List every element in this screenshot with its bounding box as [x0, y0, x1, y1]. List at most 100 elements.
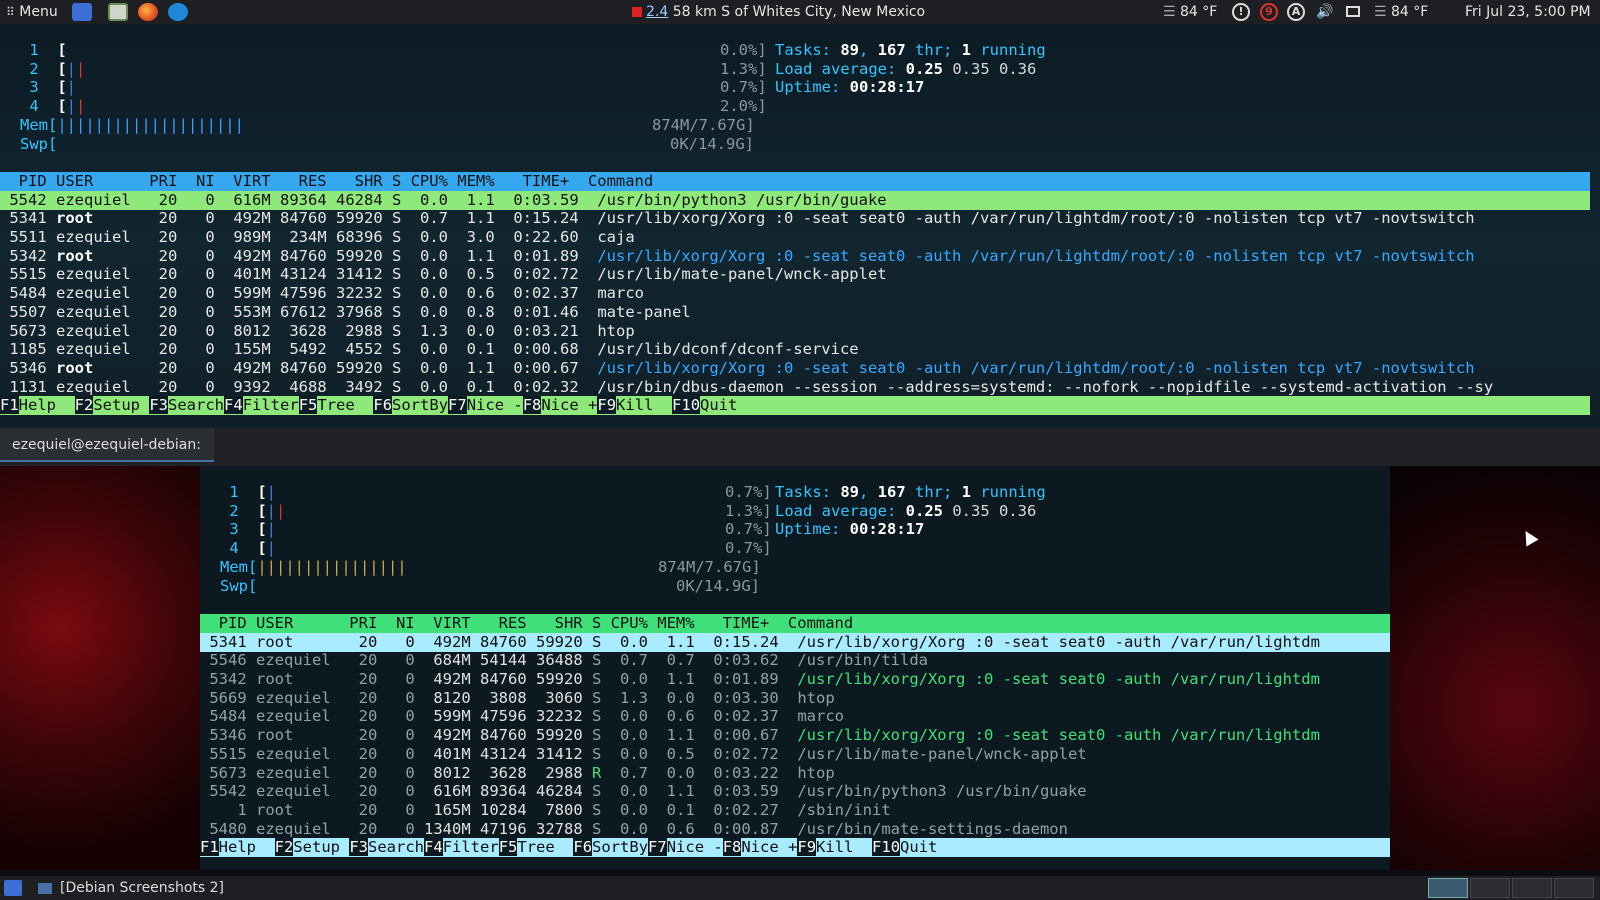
fkey-f7[interactable]: F7Nice - [448, 396, 523, 415]
process-row[interactable]: 5342 root 20 0 492M 84760 59920 S 0.0 1.… [200, 670, 1390, 689]
cell-state: S [582, 819, 602, 838]
fkey-f3[interactable]: F3Search [349, 838, 424, 857]
fkey-f1[interactable]: F1Help [0, 396, 75, 415]
cell-shr: 7800 [526, 800, 583, 819]
tasks-summary: Tasks: 89, 167 thr; 1 running [775, 41, 1046, 60]
show-desktop-icon[interactable] [72, 3, 92, 21]
cell-time: 0:00.87 [694, 819, 779, 838]
fkey-f1[interactable]: F1Help [200, 838, 275, 857]
process-row[interactable]: 5542 ezequiel 20 0 616M 89364 46284 S 0.… [0, 190, 1590, 210]
cell-pri: 20 [140, 377, 178, 396]
process-row[interactable]: 5507 ezequiel 20 0 553M 67612 37968 S 0.… [0, 303, 1590, 322]
search-icon[interactable] [168, 3, 188, 21]
fkey-f9[interactable]: F9Kill [797, 838, 872, 857]
bottom-panel: [Debian Screenshots 2] [0, 876, 1600, 900]
cell-pid: 5341 [200, 632, 256, 651]
process-row[interactable]: 5341 root 20 0 492M 84760 59920 S 0.0 1.… [200, 632, 1390, 652]
process-row[interactable]: 5346 root 20 0 492M 84760 59920 S 0.0 1.… [200, 726, 1390, 745]
clock[interactable]: Fri Jul 23, 5:00 PM [1465, 0, 1591, 24]
process-row[interactable]: 1131 ezequiel 20 0 9392 4688 3492 S 0.0 … [0, 378, 1590, 397]
cell-mem: 1.1 [648, 632, 695, 651]
cell-time: 0:02.37 [494, 284, 579, 303]
process-row[interactable]: 5484 ezequiel 20 0 599M 47596 32232 S 0.… [0, 284, 1590, 303]
show-desktop-icon[interactable] [4, 880, 22, 896]
process-row[interactable]: 5484 ezequiel 20 0 599M 47596 32232 S 0.… [200, 707, 1390, 726]
cpu-bar-segment: | [76, 59, 86, 78]
fkey-f4[interactable]: F4Filter [424, 838, 499, 857]
cell-cmd: htop [778, 688, 835, 707]
temperature-1[interactable]: ☰ 84 °F [1163, 0, 1217, 24]
fkey-f6[interactable]: F6SortBy [573, 838, 648, 857]
cell-time: 0:15.24 [494, 209, 579, 228]
fkey-action: Nice + [741, 838, 798, 857]
fkey-action: Help [218, 838, 275, 857]
cell-virt: 616M [414, 782, 471, 801]
process-row[interactable]: 5341 root 20 0 492M 84760 59920 S 0.7 1.… [0, 209, 1590, 228]
cell-mem: 1.1 [448, 358, 495, 377]
terminal-tab[interactable]: ezequiel@ezequiel-debian: ~ [0, 428, 214, 487]
weather-location[interactable]: 2.4 58 km S of Whites City, New Mexico [632, 0, 925, 24]
menu-button[interactable]: ⠿ Menu [6, 0, 58, 24]
taskbar-item[interactable]: [Debian Screenshots 2] [38, 876, 224, 900]
cell-pri: 20 [340, 726, 378, 745]
fkey-f10[interactable]: F10Quit [872, 838, 956, 857]
cell-virt: 492M [414, 726, 471, 745]
process-row[interactable]: 1185 ezequiel 20 0 155M 5492 4552 S 0.0 … [0, 340, 1590, 359]
process-row[interactable]: 5480 ezequiel 20 0 1340M 47196 32788 S 0… [200, 820, 1390, 839]
cell-ni: 0 [177, 228, 215, 246]
cell-virt: 165M [414, 800, 471, 819]
workspace-3[interactable] [1512, 878, 1552, 898]
workspace-2[interactable] [1470, 878, 1510, 898]
cell-mem: 3.0 [448, 228, 495, 246]
cell-user: root [256, 800, 340, 819]
process-row[interactable]: 5515 ezequiel 20 0 401M 43124 31412 S 0.… [200, 745, 1390, 764]
workspace-1[interactable] [1428, 878, 1468, 898]
cell-user: ezequiel [256, 688, 340, 707]
process-row[interactable]: 5511 ezequiel 20 0 989M 234M 68396 S 0.0… [0, 228, 1590, 247]
fkey-f7[interactable]: F7Nice - [648, 838, 723, 857]
guake-terminal[interactable]: 1 [0.0%] 2 [|| 1.3%] 3 [| 0.7%] 4 [|| 2.0%]… [0, 24, 1600, 428]
volume-icon[interactable]: 🔊 [1316, 0, 1333, 24]
process-row[interactable]: 5673 ezequiel 20 0 8012 3628 2988 S 1.3 … [0, 322, 1590, 341]
fkey-label: F3 [149, 396, 169, 415]
cell-user: ezequiel [256, 707, 340, 726]
process-row[interactable]: 5673 ezequiel 20 0 8012 3628 2988 R 0.7 … [200, 764, 1390, 783]
cell-state: S [382, 246, 402, 265]
fkey-f5[interactable]: F5Tree [498, 838, 574, 857]
cell-pri: 20 [340, 763, 378, 782]
process-row[interactable]: 5342 root 20 0 492M 84760 59920 S 0.0 1.… [0, 247, 1590, 266]
file-manager-icon[interactable] [108, 3, 128, 21]
fkey-f6[interactable]: F6SortBy [373, 396, 448, 415]
process-row[interactable]: 5515 ezequiel 20 0 401M 43124 31412 S 0.… [0, 265, 1590, 284]
cell-time: 0:02.32 [494, 377, 579, 396]
load-15: 0.36 [999, 501, 1037, 520]
process-row[interactable]: 5546 ezequiel 20 0 684M 54144 36488 S 0.… [200, 651, 1390, 670]
process-row[interactable]: 5542 ezequiel 20 0 616M 89364 46284 S 0.… [200, 782, 1390, 801]
process-row[interactable]: 5669 ezequiel 20 0 8120 3808 3060 S 1.3 … [200, 689, 1390, 708]
cell-user: ezequiel [256, 763, 340, 782]
temperature-2[interactable]: ☰ 84 °F [1374, 0, 1428, 24]
fkey-f3[interactable]: F3Search [149, 396, 224, 415]
fkey-f2[interactable]: F2Setup [74, 396, 150, 415]
cell-virt: 155M [214, 340, 271, 359]
uptime-value: 00:28:17 [849, 520, 925, 539]
fkey-f8[interactable]: F8Nice + [522, 396, 597, 415]
fkey-f4[interactable]: F4Filter [224, 396, 299, 415]
temp2-text: 84 °F [1391, 4, 1429, 20]
process-row[interactable]: 1 root 20 0 165M 10284 7800 S 0.0 0.1 0:… [200, 801, 1390, 820]
cell-cmd: /usr/lib/xorg/Xorg :0 -seat seat0 -auth … [778, 726, 1320, 745]
fkey-f5[interactable]: F5Tree [298, 396, 374, 415]
cell-cmd: /usr/lib/xorg/Xorg :0 -seat seat0 -auth … [578, 209, 1475, 228]
tilda-terminal[interactable]: 1 [| 0.7%] 2 [|| 1.3%] 3 [| 0.7%] 4 [| 0.7%]… [200, 466, 1390, 870]
fkey-f2[interactable]: F2Setup [274, 838, 350, 857]
fkey-f8[interactable]: F8Nice + [722, 838, 798, 857]
fkey-f10[interactable]: F10Quit [672, 396, 756, 415]
workspace-4[interactable] [1554, 878, 1594, 898]
fkey-label: F3 [349, 838, 369, 857]
process-row[interactable]: 5346 root 20 0 492M 84760 59920 S 0.0 1.… [0, 359, 1590, 378]
firefox-icon[interactable] [138, 3, 158, 21]
cell-time: 0:02.72 [694, 744, 779, 763]
display-icon[interactable] [1346, 6, 1360, 17]
cell-time: 0:00.68 [494, 340, 579, 359]
fkey-f9[interactable]: F9Kill [597, 396, 672, 415]
